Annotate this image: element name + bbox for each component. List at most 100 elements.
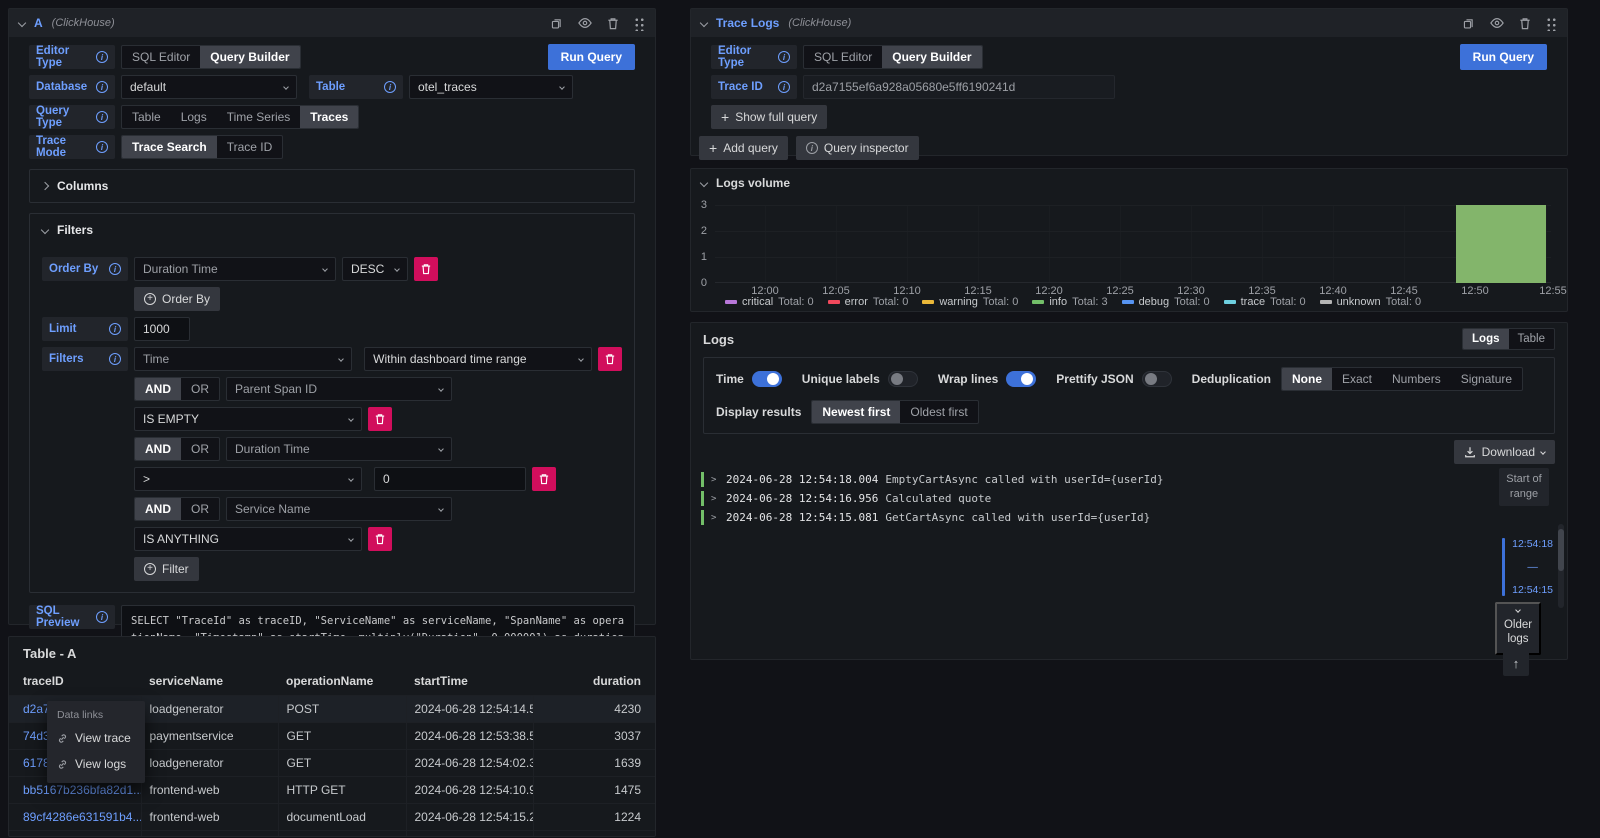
remove-condition-button[interactable] [368,527,392,551]
add-filter-button[interactable]: Filter [134,557,199,581]
drag-handle-icon[interactable] [1546,16,1557,31]
delete-query-trash-icon[interactable] [607,17,619,30]
info-icon[interactable] [96,81,108,93]
unique-labels-toggle[interactable] [888,371,918,387]
time-toggle[interactable] [752,371,782,387]
expand-log-chevron[interactable]: > [711,513,719,523]
scrollbar-thumb[interactable] [1558,529,1564,571]
query-type-option-table[interactable]: Table [122,106,171,128]
legend-item-critical[interactable]: criticalTotal: 0 [725,296,814,308]
legend-item-trace[interactable]: traceTotal: 0 [1224,296,1306,308]
wrap-lines-toggle[interactable] [1006,371,1036,387]
view-trace-menu-item[interactable]: View trace [47,725,145,751]
display-option-newest[interactable]: Newest first [812,401,900,423]
dedup-option-numbers[interactable]: Numbers [1382,368,1451,390]
dedup-option-exact[interactable]: Exact [1332,368,1382,390]
column-header-duration[interactable]: duration [533,669,655,696]
info-icon[interactable] [96,111,108,123]
query-type-option-logs[interactable]: Logs [171,106,217,128]
table-select[interactable]: otel_traces [409,75,573,99]
column-header-traceid[interactable]: traceID [9,669,141,696]
condition-operator-select[interactable]: IS EMPTY [134,407,362,431]
add-query-button[interactable]: +Add query [699,136,788,160]
bool-or-option[interactable]: OR [181,378,219,400]
log-line[interactable]: > 2024-06-28 12:54:18.004 EmptyCartAsync… [701,470,1437,489]
editor-type-option-sql[interactable]: SQL Editor [122,46,200,68]
remove-condition-button[interactable] [368,407,392,431]
query-type-option-traces[interactable]: Traces [300,106,358,128]
editor-type-option-sql[interactable]: SQL Editor [804,46,882,68]
view-logs-menu-item[interactable]: View logs [47,751,145,777]
trace-id-link[interactable]: bb5167b236bfa82d1... [23,783,141,797]
run-query-button[interactable]: Run Query [548,44,635,70]
info-icon[interactable] [96,141,108,153]
legend-item-debug[interactable]: debugTotal: 0 [1122,296,1210,308]
column-header-operationname[interactable]: operationName [278,669,406,696]
logs-volume-header[interactable]: Logs volume [691,169,1567,197]
order-by-field-select[interactable]: Duration Time [134,257,336,281]
trace-mode-option-id[interactable]: Trace ID [217,136,283,158]
limit-input[interactable] [134,317,190,341]
info-icon[interactable] [778,81,790,93]
display-option-oldest[interactable]: Oldest first [900,401,977,423]
collapse-chevron-icon[interactable] [700,19,708,27]
view-option-table[interactable]: Table [1509,329,1555,349]
bool-and-option[interactable]: AND [135,378,181,400]
older-logs-button[interactable]: Older logs [1495,602,1541,655]
add-order-by-button[interactable]: Order By [134,287,220,311]
order-by-direction-select[interactable]: DESC [342,257,408,281]
download-button[interactable]: Download [1454,440,1555,464]
log-line[interactable]: > 2024-06-28 12:54:16.956 Calculated quo… [701,489,1437,508]
duplicate-icon[interactable] [550,17,563,30]
trace-id-input[interactable] [803,75,1115,99]
trace-mode-option-search[interactable]: Trace Search [122,136,217,158]
column-header-starttime[interactable]: startTime [406,669,533,696]
bool-and-option[interactable]: AND [135,438,181,460]
logs-scrollbar[interactable] [1558,524,1564,608]
filter-operator-select[interactable]: Within dashboard time range [364,347,592,371]
columns-section-header[interactable]: Columns [42,175,622,197]
collapse-chevron-icon[interactable] [18,19,26,27]
dedup-option-signature[interactable]: Signature [1451,368,1522,390]
query-type-option-timeseries[interactable]: Time Series [217,106,301,128]
info-icon[interactable] [778,51,790,63]
condition-operator-select[interactable]: > [134,467,362,491]
filter-field-select[interactable]: Time [134,347,352,371]
remove-condition-button[interactable] [532,467,556,491]
delete-query-trash-icon[interactable] [1519,17,1531,30]
database-select[interactable]: default [121,75,297,99]
hide-response-eye-icon[interactable] [578,17,592,29]
bool-or-option[interactable]: OR [181,438,219,460]
log-range-timeline[interactable]: 12:54:18 — 12:54:15 [1502,538,1553,596]
trace-id-link[interactable]: 89cf4286e631591b4... [23,810,141,824]
hide-response-eye-icon[interactable] [1490,17,1504,29]
expand-log-chevron[interactable]: > [711,475,719,485]
legend-item-warning[interactable]: warningTotal: 0 [922,296,1018,308]
run-query-button[interactable]: Run Query [1460,44,1547,70]
column-header-servicename[interactable]: serviceName [141,669,278,696]
info-icon[interactable] [109,323,121,335]
condition-field-select[interactable]: Service Name [226,497,452,521]
condition-field-select[interactable]: Parent Span ID [226,377,452,401]
bool-or-option[interactable]: OR [181,498,219,520]
scroll-to-top-button[interactable]: ↑ [1503,650,1529,676]
condition-operator-select[interactable]: IS ANYTHING [134,527,362,551]
view-option-logs[interactable]: Logs [1463,329,1508,349]
dedup-option-none[interactable]: None [1282,368,1332,390]
legend-item-info[interactable]: infoTotal: 3 [1032,296,1107,308]
bool-and-option[interactable]: AND [135,498,181,520]
info-icon[interactable] [96,51,108,63]
query-inspector-button[interactable]: Query inspector [796,136,919,160]
logs-volume-plot[interactable] [715,205,1551,283]
info-icon[interactable] [384,81,396,93]
info-icon[interactable] [96,611,108,623]
duplicate-icon[interactable] [1462,17,1475,30]
remove-order-by-button[interactable] [414,257,438,281]
info-icon[interactable] [109,353,121,365]
legend-item-unknown[interactable]: unknownTotal: 0 [1320,296,1422,308]
expand-log-chevron[interactable]: > [711,494,719,504]
drag-handle-icon[interactable] [634,16,645,31]
legend-item-error[interactable]: errorTotal: 0 [828,296,909,308]
prettify-json-toggle[interactable] [1142,371,1172,387]
condition-field-select[interactable]: Duration Time [226,437,452,461]
